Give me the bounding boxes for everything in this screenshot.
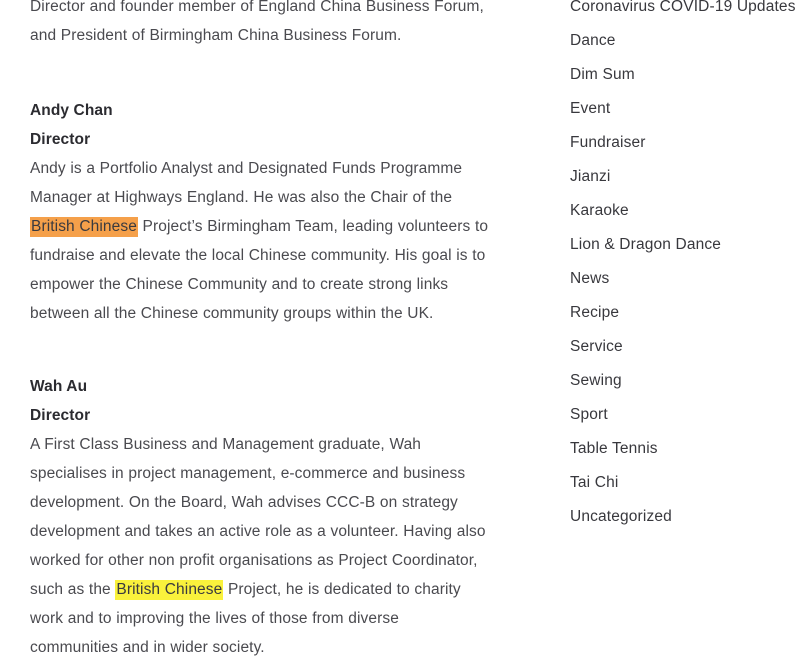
page-root: Director and founder member of England C… — [0, 0, 800, 656]
person-bio: Andy is a Portfolio Analyst and Designat… — [30, 154, 490, 328]
person-name: Wah Au — [30, 378, 88, 395]
sidebar-item-lion-and-dragon-dance[interactable]: Lion & Dragon Dance — [570, 228, 796, 262]
highlight-british-chinese: British Chinese — [30, 217, 138, 237]
sidebar-item-coronavirus-covid-19-updates[interactable]: Coronavirus COVID-19 Updates — [570, 0, 796, 24]
person-role: Director — [30, 407, 91, 424]
person-name: Andy Chan — [30, 102, 113, 119]
sidebar-item-event[interactable]: Event — [570, 92, 796, 126]
sidebar-item-sport[interactable]: Sport — [570, 398, 796, 432]
bio-text-before-highlight: A First Class Business and Management gr… — [30, 436, 486, 598]
sidebar-item-fundraiser[interactable]: Fundraiser — [570, 126, 796, 160]
highlight-british-chinese: British Chinese — [115, 580, 224, 600]
sidebar-item-service[interactable]: Service — [570, 330, 796, 364]
sidebar-item-table-tennis[interactable]: Table Tennis — [570, 432, 796, 466]
sidebar-item-dance[interactable]: Dance — [570, 24, 796, 58]
person-bio: A First Class Business and Management gr… — [30, 430, 490, 662]
sidebar-item-dim-sum[interactable]: Dim Sum — [570, 58, 796, 92]
sidebar-item-sewing[interactable]: Sewing — [570, 364, 796, 398]
sidebar-item-news[interactable]: News — [570, 262, 796, 296]
sidebar-item-recipe[interactable]: Recipe — [570, 296, 796, 330]
person-entry-andy-chan: Andy Chan Director Andy is a Portfolio A… — [30, 96, 490, 328]
person-entry-wah-au: Wah Au Director A First Class Business a… — [30, 372, 490, 662]
intro-line-2: and President of Birmingham China Busine… — [30, 27, 402, 44]
sidebar-item-karaoke[interactable]: Karaoke — [570, 194, 796, 228]
sidebar-category-list: Coronavirus COVID-19 Updates Dance Dim S… — [520, 0, 800, 534]
sidebar-item-tai-chi[interactable]: Tai Chi — [570, 466, 796, 500]
person-role: Director — [30, 131, 91, 148]
intro-paragraph: Director and founder member of England C… — [30, 0, 490, 50]
bio-text-before-highlight: Andy is a Portfolio Analyst and Designat… — [30, 160, 463, 206]
article-content: Director and founder member of England C… — [0, 0, 520, 662]
sidebar-item-uncategorized[interactable]: Uncategorized — [570, 500, 796, 534]
sidebar-item-jianzi[interactable]: Jianzi — [570, 160, 796, 194]
intro-line-1: Director and founder member of England C… — [30, 0, 484, 15]
